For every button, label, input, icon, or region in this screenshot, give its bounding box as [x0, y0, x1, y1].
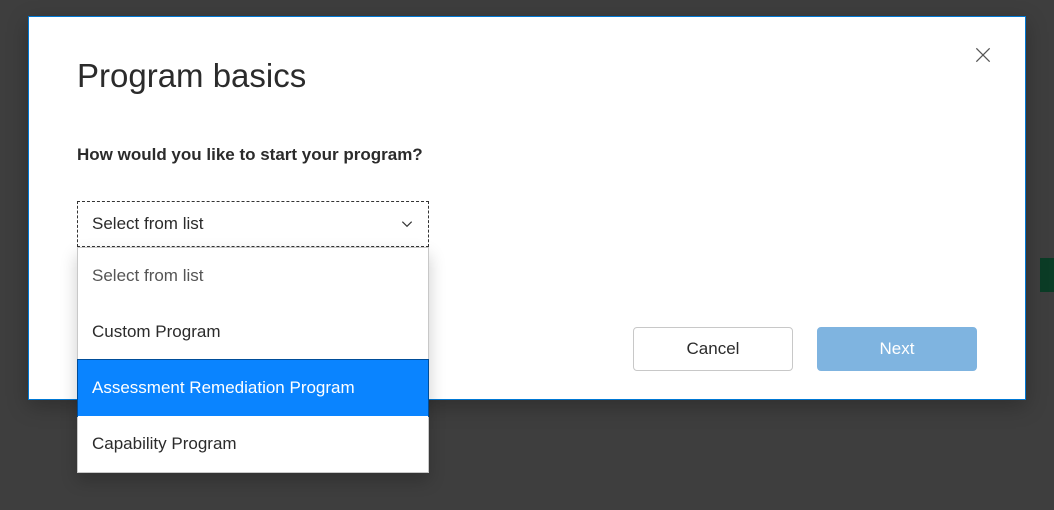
modal-title: Program basics — [77, 57, 977, 95]
close-icon — [973, 45, 993, 65]
program-select-trigger[interactable]: Select from list — [77, 201, 429, 247]
dropdown-option-capability-program[interactable]: Capability Program — [78, 416, 428, 472]
cancel-button-label: Cancel — [687, 339, 740, 359]
dropdown-option-custom-program[interactable]: Custom Program — [78, 304, 428, 360]
start-question-label: How would you like to start your program… — [77, 145, 977, 165]
program-select-dropdown: Select from list Custom Program Assessme… — [77, 247, 429, 473]
chevron-down-icon — [400, 217, 414, 231]
cancel-button[interactable]: Cancel — [633, 327, 793, 371]
dropdown-option-assessment-remediation[interactable]: Assessment Remediation Program — [77, 359, 429, 417]
next-button[interactable]: Next — [817, 327, 977, 371]
next-button-label: Next — [880, 339, 915, 359]
modal-footer: Cancel Next — [633, 327, 977, 371]
program-basics-modal: Program basics How would you like to sta… — [28, 16, 1026, 400]
program-select-value: Select from list — [92, 214, 203, 234]
close-button[interactable] — [973, 45, 993, 65]
program-select: Select from list Select from list Custom… — [77, 201, 429, 247]
background-accent-strip — [1040, 258, 1054, 292]
dropdown-option-placeholder[interactable]: Select from list — [78, 248, 428, 304]
